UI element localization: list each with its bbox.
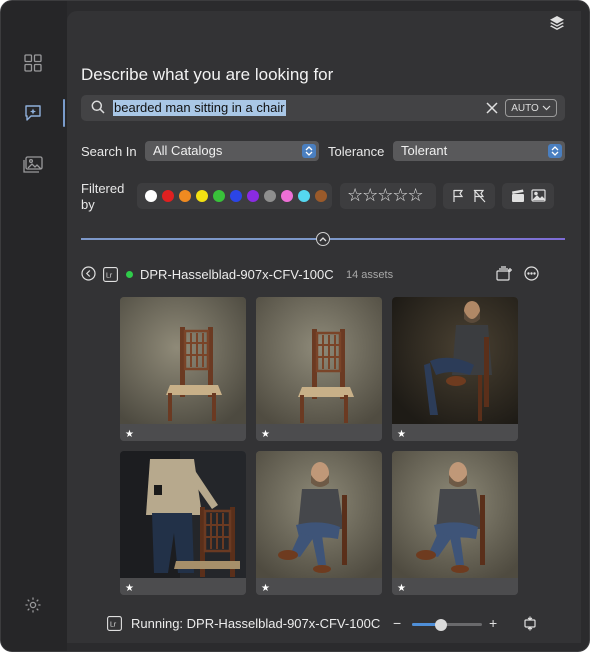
flag-filter <box>443 183 495 209</box>
search-field[interactable]: bearded man sitting in a chair AUTO <box>81 95 565 121</box>
page-title: Describe what you are looking for <box>81 65 334 84</box>
media-type-filter <box>502 183 554 209</box>
flag-rejected-icon[interactable] <box>473 189 486 208</box>
rating-star: ★ <box>261 429 270 440</box>
app-window: Describe what you are looking for bearde… <box>0 0 590 652</box>
color-dot-red[interactable] <box>162 190 174 202</box>
star-rating-icons[interactable]: ☆☆☆☆☆ <box>347 185 424 206</box>
search-icon <box>91 100 105 119</box>
asset-thumbnail[interactable]: ★ <box>392 297 518 441</box>
ai-search-icon[interactable] <box>21 101 45 125</box>
rating-star: ★ <box>125 429 134 440</box>
clear-search-icon[interactable] <box>486 101 498 119</box>
status-bar: Lr Running: DPR-Hasselblad-907x-CFV-100C… <box>107 614 581 634</box>
search-in-label: Search In <box>81 144 137 159</box>
asset-thumbnail[interactable]: ★ <box>256 451 382 595</box>
main-panel: Describe what you are looking for bearde… <box>67 11 581 643</box>
search-mode-dropdown[interactable]: AUTO <box>505 99 557 117</box>
color-dot-blue[interactable] <box>230 190 242 202</box>
image-library-icon[interactable] <box>21 153 45 177</box>
chevron-down-icon <box>542 105 551 111</box>
zoom-in-button[interactable]: + <box>489 615 497 631</box>
running-status: Running: DPR-Hasselblad-907x-CFV-100C <box>131 616 381 631</box>
star-rating-filter[interactable]: ☆☆☆☆☆ <box>340 183 436 209</box>
thumbnail-footer: ★ <box>256 424 382 441</box>
color-dot-purple[interactable] <box>247 190 259 202</box>
filtered-by-label: Filtered by <box>81 181 125 212</box>
layers-icon[interactable] <box>549 15 567 33</box>
catalog-name: DPR-Hasselblad-907x-CFV-100C <box>140 267 334 282</box>
thumbnail-footer: ★ <box>120 424 246 441</box>
rating-star: ★ <box>397 429 406 440</box>
lightroom-icon: Lr <box>103 267 118 287</box>
chair-photo <box>256 297 382 424</box>
slider-thumb[interactable] <box>435 618 448 631</box>
color-dot-yellow[interactable] <box>196 190 208 202</box>
updown-chevron-icon <box>548 144 562 158</box>
grid-icon[interactable] <box>21 51 45 75</box>
rating-star: ★ <box>261 583 270 594</box>
search-in-select[interactable]: All Catalogs <box>145 141 319 161</box>
thumbnail-footer: ★ <box>256 578 382 595</box>
video-icon[interactable] <box>511 189 525 208</box>
search-mode-label: AUTO <box>511 102 539 114</box>
settings-icon[interactable] <box>21 593 45 617</box>
color-dot-orange[interactable] <box>179 190 191 202</box>
collapse-filters-button[interactable] <box>316 232 330 246</box>
sidebar <box>1 1 67 651</box>
color-dot-cyan[interactable] <box>298 190 310 202</box>
add-collection-icon[interactable] <box>496 266 514 287</box>
asset-count: 14 assets <box>346 269 394 281</box>
more-options-icon[interactable] <box>524 266 539 286</box>
thumbnail-footer: ★ <box>392 578 518 595</box>
color-dot-green[interactable] <box>213 190 225 202</box>
active-indicator <box>63 99 65 127</box>
catalog-header: Lr DPR-Hasselblad-907x-CFV-100C 14 asset… <box>81 266 565 284</box>
color-dot-brown[interactable] <box>315 190 327 202</box>
flag-icon[interactable] <box>452 189 464 208</box>
zoom-out-button[interactable]: − <box>393 615 401 631</box>
color-dot-pink[interactable] <box>281 190 293 202</box>
thumbnail-footer: ★ <box>120 578 246 595</box>
svg-text:Lr: Lr <box>106 273 113 280</box>
tolerance-value: Tolerant <box>401 143 448 158</box>
updown-chevron-icon <box>302 144 316 158</box>
tolerance-label: Tolerance <box>328 144 385 159</box>
search-in-value: All Catalogs <box>153 143 223 158</box>
chevron-up-icon <box>319 237 327 242</box>
catalog-status-dot <box>126 271 133 278</box>
color-dot-gray[interactable] <box>264 190 276 202</box>
man-standing-chair-photo <box>120 451 246 578</box>
man-in-chair-photo <box>392 297 518 424</box>
asset-thumbnail[interactable]: ★ <box>256 297 382 441</box>
color-label-filter <box>137 183 332 209</box>
fit-view-icon[interactable] <box>523 616 537 636</box>
color-dot-white[interactable] <box>145 190 157 202</box>
rating-star: ★ <box>397 583 406 594</box>
man-in-chair-photo <box>256 451 382 578</box>
asset-thumbnail[interactable]: ★ <box>120 451 246 595</box>
lightroom-icon: Lr <box>107 616 122 636</box>
asset-thumbnail[interactable]: ★ <box>392 451 518 595</box>
search-input[interactable]: bearded man sitting in a chair <box>113 100 286 116</box>
chair-photo <box>120 297 246 424</box>
thumbnail-footer: ★ <box>392 424 518 441</box>
svg-text:Lr: Lr <box>110 622 117 629</box>
photo-icon[interactable] <box>531 189 546 207</box>
back-button[interactable] <box>81 266 96 286</box>
tolerance-select[interactable]: Tolerant <box>393 141 565 161</box>
man-in-chair-photo <box>392 451 518 578</box>
thumbnail-size-slider[interactable] <box>412 618 482 631</box>
asset-thumbnail[interactable]: ★ <box>120 297 246 441</box>
rating-star: ★ <box>125 583 134 594</box>
